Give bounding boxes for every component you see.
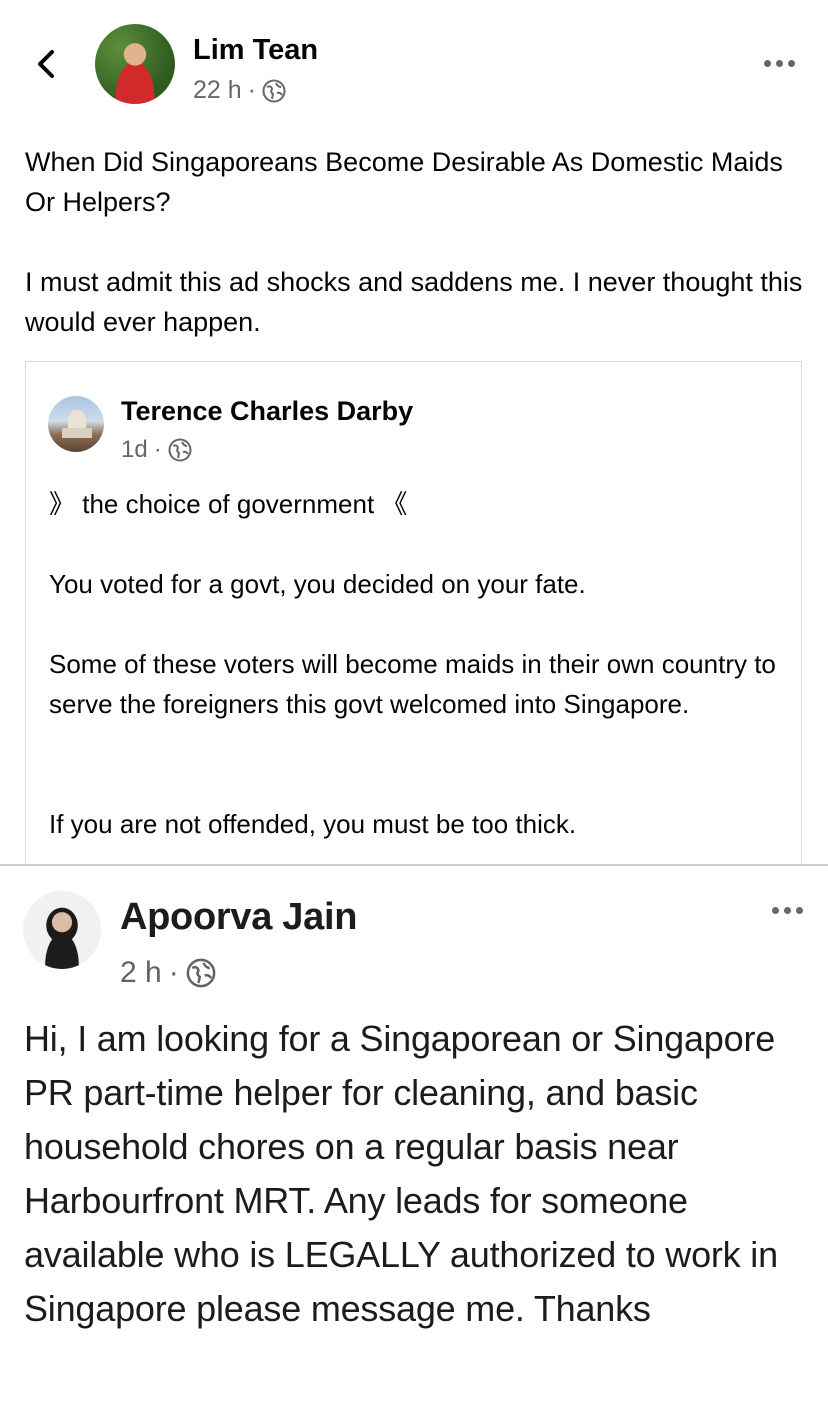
meta-separator: ·: [247, 76, 256, 104]
ad-post-time: 2 h: [120, 956, 162, 989]
ad-post-body: Hi, I am looking for a Singaporean or Si…: [24, 1018, 778, 1329]
dot: [796, 907, 803, 914]
shared-text-paragraph: If you are not offended, you must be too…: [49, 809, 577, 839]
avatar-image-detail: [68, 410, 86, 430]
ad-author-name[interactable]: Apoorva Jain: [120, 896, 357, 939]
post-text-paragraph: When Did Singaporeans Become Desirable A…: [25, 147, 783, 217]
globe-icon: [262, 79, 286, 102]
shared-text-paragraph: 》 the choice of government 《: [49, 489, 408, 519]
more-options-button[interactable]: [764, 60, 795, 67]
more-options-button[interactable]: [772, 907, 803, 914]
avatar-image-detail: [62, 428, 92, 438]
back-button[interactable]: [30, 46, 66, 82]
ad-author-avatar[interactable]: [23, 891, 101, 969]
screenshot-divider: [0, 864, 828, 866]
author-name[interactable]: Lim Tean: [193, 34, 318, 67]
shared-post-time: 1d: [121, 436, 148, 463]
post-text-paragraph: I must admit this ad shocks and saddens …: [25, 267, 803, 337]
dot: [776, 60, 783, 67]
chevron-left-icon: [38, 50, 54, 78]
globe-icon: [186, 958, 216, 988]
meta-separator: ·: [153, 436, 162, 463]
dot: [764, 60, 771, 67]
meta-separator: ·: [168, 956, 179, 989]
shared-text-paragraph: You voted for a govt, you decided on you…: [49, 569, 586, 599]
dot: [784, 907, 791, 914]
post-time: 22 h: [193, 76, 242, 104]
shared-text-paragraph: Some of these voters will become maids i…: [49, 649, 776, 719]
ad-post-meta: 2 h ·: [120, 956, 216, 990]
shared-avatar[interactable]: [48, 396, 104, 452]
dot: [772, 907, 779, 914]
shared-author-name[interactable]: Terence Charles Darby: [121, 396, 413, 427]
globe-icon: [168, 438, 192, 462]
post-meta: 22 h ·: [193, 76, 286, 105]
avatar[interactable]: [95, 24, 175, 104]
dot: [788, 60, 795, 67]
shared-post-meta: 1d ·: [121, 436, 192, 464]
